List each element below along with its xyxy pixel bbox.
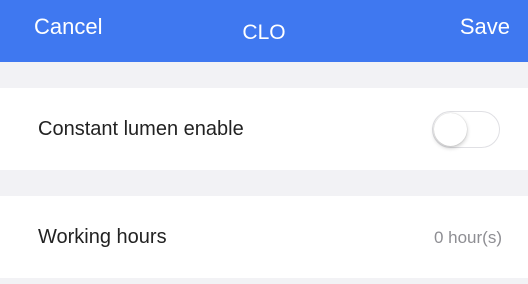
working-hours-label: Working hours — [38, 226, 167, 248]
page-title: CLO — [242, 21, 286, 44]
clo-settings-screen: Cancel CLO Save Constant lumen enable Wo… — [0, 0, 528, 284]
navigation-bar: Cancel CLO Save — [0, 0, 528, 62]
save-button[interactable]: Save — [460, 13, 510, 41]
constant-lumen-toggle[interactable] — [432, 111, 500, 148]
working-hours-row: Working hours 0 hour(s) — [0, 196, 528, 278]
working-hours-value: 0 hour(s) — [433, 228, 502, 247]
constant-lumen-label: Constant lumen enable — [38, 118, 244, 140]
toggle-knob — [434, 113, 467, 146]
